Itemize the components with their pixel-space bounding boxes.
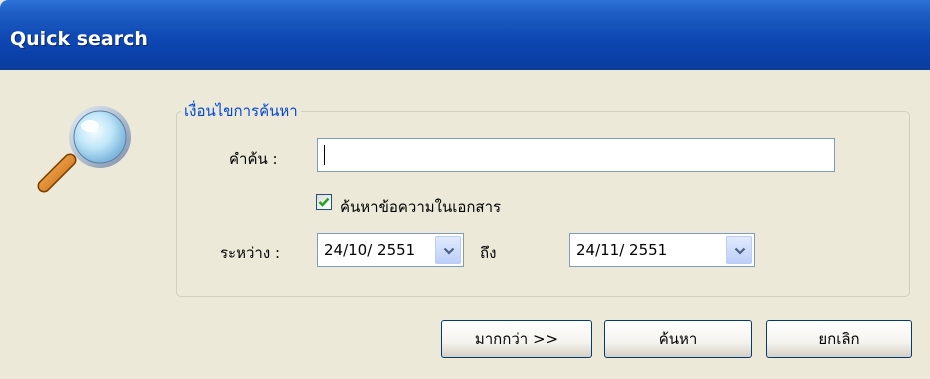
search-in-document-label[interactable]: ค้นหาข้อความในเอกสาร xyxy=(340,195,501,219)
checkmark-icon xyxy=(318,197,330,207)
keyword-input[interactable] xyxy=(317,138,835,172)
date-from-dropdown-button[interactable] xyxy=(435,236,461,264)
search-button[interactable]: ค้นหา xyxy=(604,320,752,358)
date-range-label: ระหว่าง : xyxy=(220,244,280,262)
date-to-label: ถึง xyxy=(480,244,497,262)
date-to-dropdown-button[interactable] xyxy=(726,236,752,264)
search-criteria-group: เงื่อนไขการค้นหา xyxy=(176,99,910,297)
search-in-document-checkbox[interactable] xyxy=(316,194,332,210)
cancel-button[interactable]: ยกเลิก xyxy=(766,320,912,358)
keyword-label: คำค้น : xyxy=(229,150,278,168)
date-to-picker[interactable]: 24/11/ 2551 xyxy=(569,233,755,267)
text-caret xyxy=(324,145,325,165)
title-bar[interactable]: Quick search xyxy=(0,0,930,70)
date-to-value: 24/11/ 2551 xyxy=(576,241,668,259)
magnifier-icon xyxy=(30,104,170,194)
more-options-button[interactable]: มากกว่า >> xyxy=(441,320,592,358)
search-criteria-legend: เงื่อนไขการค้นหา xyxy=(184,102,298,120)
date-from-picker[interactable]: 24/10/ 2551 xyxy=(317,233,464,267)
chevron-down-icon xyxy=(443,247,455,255)
chevron-down-icon xyxy=(734,247,746,255)
date-from-value: 24/10/ 2551 xyxy=(324,241,416,259)
window-title: Quick search xyxy=(10,28,148,50)
